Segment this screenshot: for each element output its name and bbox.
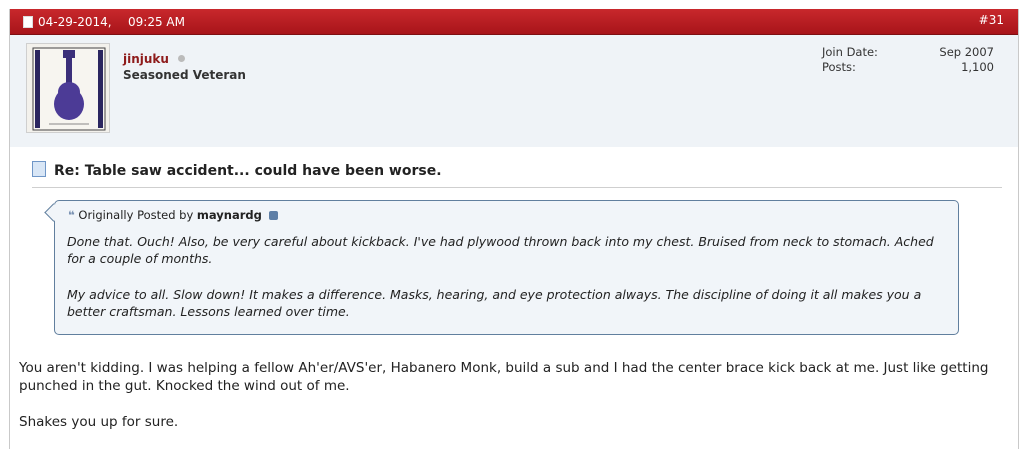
username-link[interactable]: jinjuku — [123, 52, 169, 66]
stat-label: Posts: — [822, 60, 856, 74]
post-title-row: Re: Table saw accident... could have bee… — [32, 161, 1002, 188]
guitar-avatar-icon — [32, 47, 106, 131]
stat-value: 1,100 — [961, 60, 994, 74]
quote-header: ❝ Originally Posted by maynardg — [68, 208, 278, 222]
post-number-link[interactable]: #31 — [979, 13, 1004, 27]
stat-value: Sep 2007 — [939, 45, 994, 59]
forum-post: 04-29-2014, 09:25 AM #31 jinjuku Seasone… — [9, 9, 1019, 449]
post-date: 04-29-2014, — [38, 15, 112, 29]
quote-paragraph: Done that. Ouch! Also, be very careful a… — [67, 234, 934, 266]
stat-label: Join Date: — [822, 45, 878, 59]
post-header: 04-29-2014, 09:25 AM #31 — [10, 9, 1018, 35]
post-document-icon — [23, 16, 33, 28]
quote-pointer — [44, 203, 63, 222]
quote-author: maynardg — [196, 208, 262, 222]
user-title: Seasoned Veteran — [123, 68, 246, 82]
stat-posts: Posts: 1,100 — [822, 60, 994, 75]
view-post-icon[interactable] — [268, 211, 278, 220]
stat-join-date: Join Date: Sep 2007 — [822, 45, 994, 60]
quote-marks-icon: ❝ — [68, 208, 75, 222]
user-info-panel: jinjuku Seasoned Veteran Join Date: Sep … — [10, 35, 1018, 147]
offline-status-icon — [178, 55, 185, 62]
user-stats: Join Date: Sep 2007 Posts: 1,100 — [822, 45, 994, 75]
quote-prefix: Originally Posted by — [78, 208, 194, 222]
message-paragraph: You aren't kidding. I was helping a fell… — [19, 360, 989, 394]
post-message: You aren't kidding. I was helping a fell… — [19, 359, 1009, 449]
quote-body: Done that. Ouch! Also, be very careful a… — [67, 233, 948, 339]
quote-paragraph: My advice to all. Slow down! It makes a … — [67, 287, 922, 319]
post-title-document-icon — [32, 161, 46, 177]
post-time: 09:25 AM — [128, 15, 185, 29]
post-title: Re: Table saw accident... could have bee… — [54, 163, 442, 179]
quote-block: ❝ Originally Posted by maynardg Done tha… — [44, 200, 959, 335]
avatar[interactable] — [26, 43, 110, 133]
message-paragraph: Shakes you up for sure. — [19, 414, 179, 430]
